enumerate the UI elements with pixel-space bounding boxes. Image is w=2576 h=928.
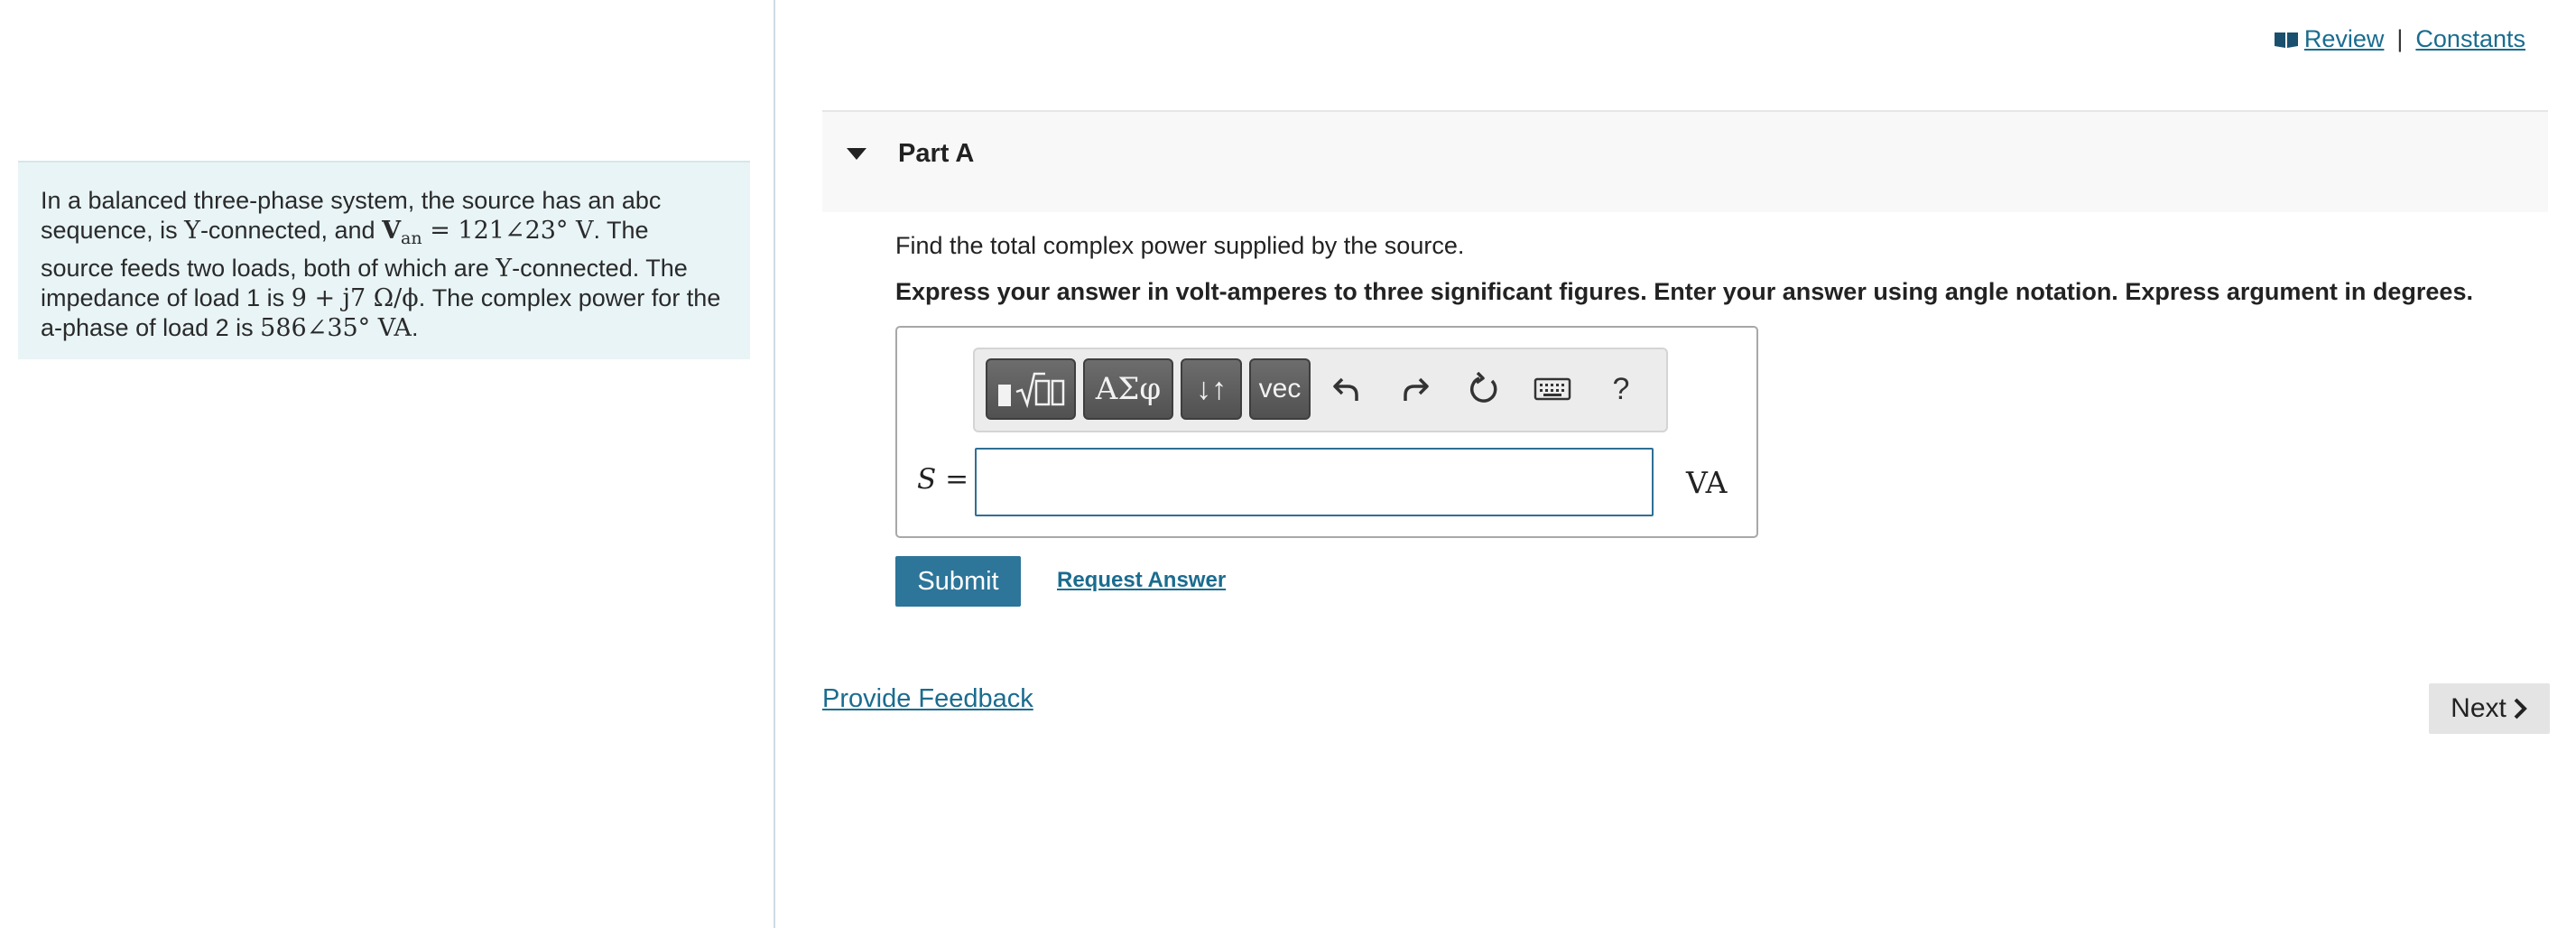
book-icon — [2274, 32, 2298, 48]
answer-variable-label: S = — [917, 463, 969, 496]
reset-icon[interactable] — [1457, 358, 1511, 420]
app-root: In a balanced three-phase system, the so… — [0, 0, 2576, 928]
collapse-caret-icon[interactable] — [847, 148, 866, 160]
templates-button[interactable] — [986, 358, 1076, 420]
undo-icon[interactable] — [1320, 358, 1374, 420]
math-toolbar: ΑΣφ ↓↑ vec ? — [973, 348, 1668, 432]
chevron-right-icon — [2514, 698, 2527, 719]
review-link[interactable]: Review — [2304, 25, 2385, 53]
math-y: Y — [184, 217, 200, 245]
greek-button[interactable]: ΑΣφ — [1083, 358, 1173, 420]
problem-text: . — [411, 314, 419, 341]
pane-divider — [774, 0, 775, 928]
part-title: Part A — [898, 139, 975, 168]
math-v-value: = 121∠23° V — [422, 217, 594, 245]
problem-statement: In a balanced three-phase system, the so… — [18, 161, 750, 359]
answer-instructions: Express your answer in volt-amperes to t… — [895, 278, 2473, 305]
math-impedance: 9 + j7 Ω/ϕ — [291, 284, 419, 312]
answer-box: ΑΣφ ↓↑ vec ? S = VA — [895, 326, 1758, 538]
answer-input[interactable] — [975, 448, 1654, 516]
math-v: V — [382, 217, 402, 245]
question-text: Find the total complex power supplied by… — [895, 232, 1465, 259]
constants-link[interactable]: Constants — [2415, 25, 2525, 53]
provide-feedback-link[interactable]: Provide Feedback — [822, 684, 1033, 714]
link-separator: | — [2396, 25, 2404, 52]
keyboard-icon[interactable] — [1525, 358, 1580, 420]
math-power: 586∠35° VA — [260, 314, 412, 342]
math-y: Y — [496, 255, 513, 283]
next-button[interactable]: Next — [2429, 683, 2550, 734]
request-answer-link[interactable]: Request Answer — [1057, 568, 1226, 593]
top-links: Review | Constants — [2274, 25, 2525, 53]
problem-pane: In a balanced three-phase system, the so… — [0, 0, 774, 928]
next-label: Next — [2451, 693, 2507, 723]
help-button[interactable]: ? — [1594, 358, 1648, 420]
problem-text: -connected, and — [199, 217, 383, 244]
math-v-subscript: an — [401, 228, 422, 248]
redo-icon[interactable] — [1388, 358, 1442, 420]
subscript-superscript-button[interactable]: ↓↑ — [1181, 358, 1242, 420]
part-a-header[interactable]: Part A — [822, 110, 2548, 212]
submit-button[interactable]: Submit — [895, 556, 1021, 607]
matrix-sqrt-icon — [998, 372, 1065, 409]
vector-button[interactable]: vec — [1249, 358, 1311, 420]
answer-unit: VA — [1686, 465, 1728, 500]
